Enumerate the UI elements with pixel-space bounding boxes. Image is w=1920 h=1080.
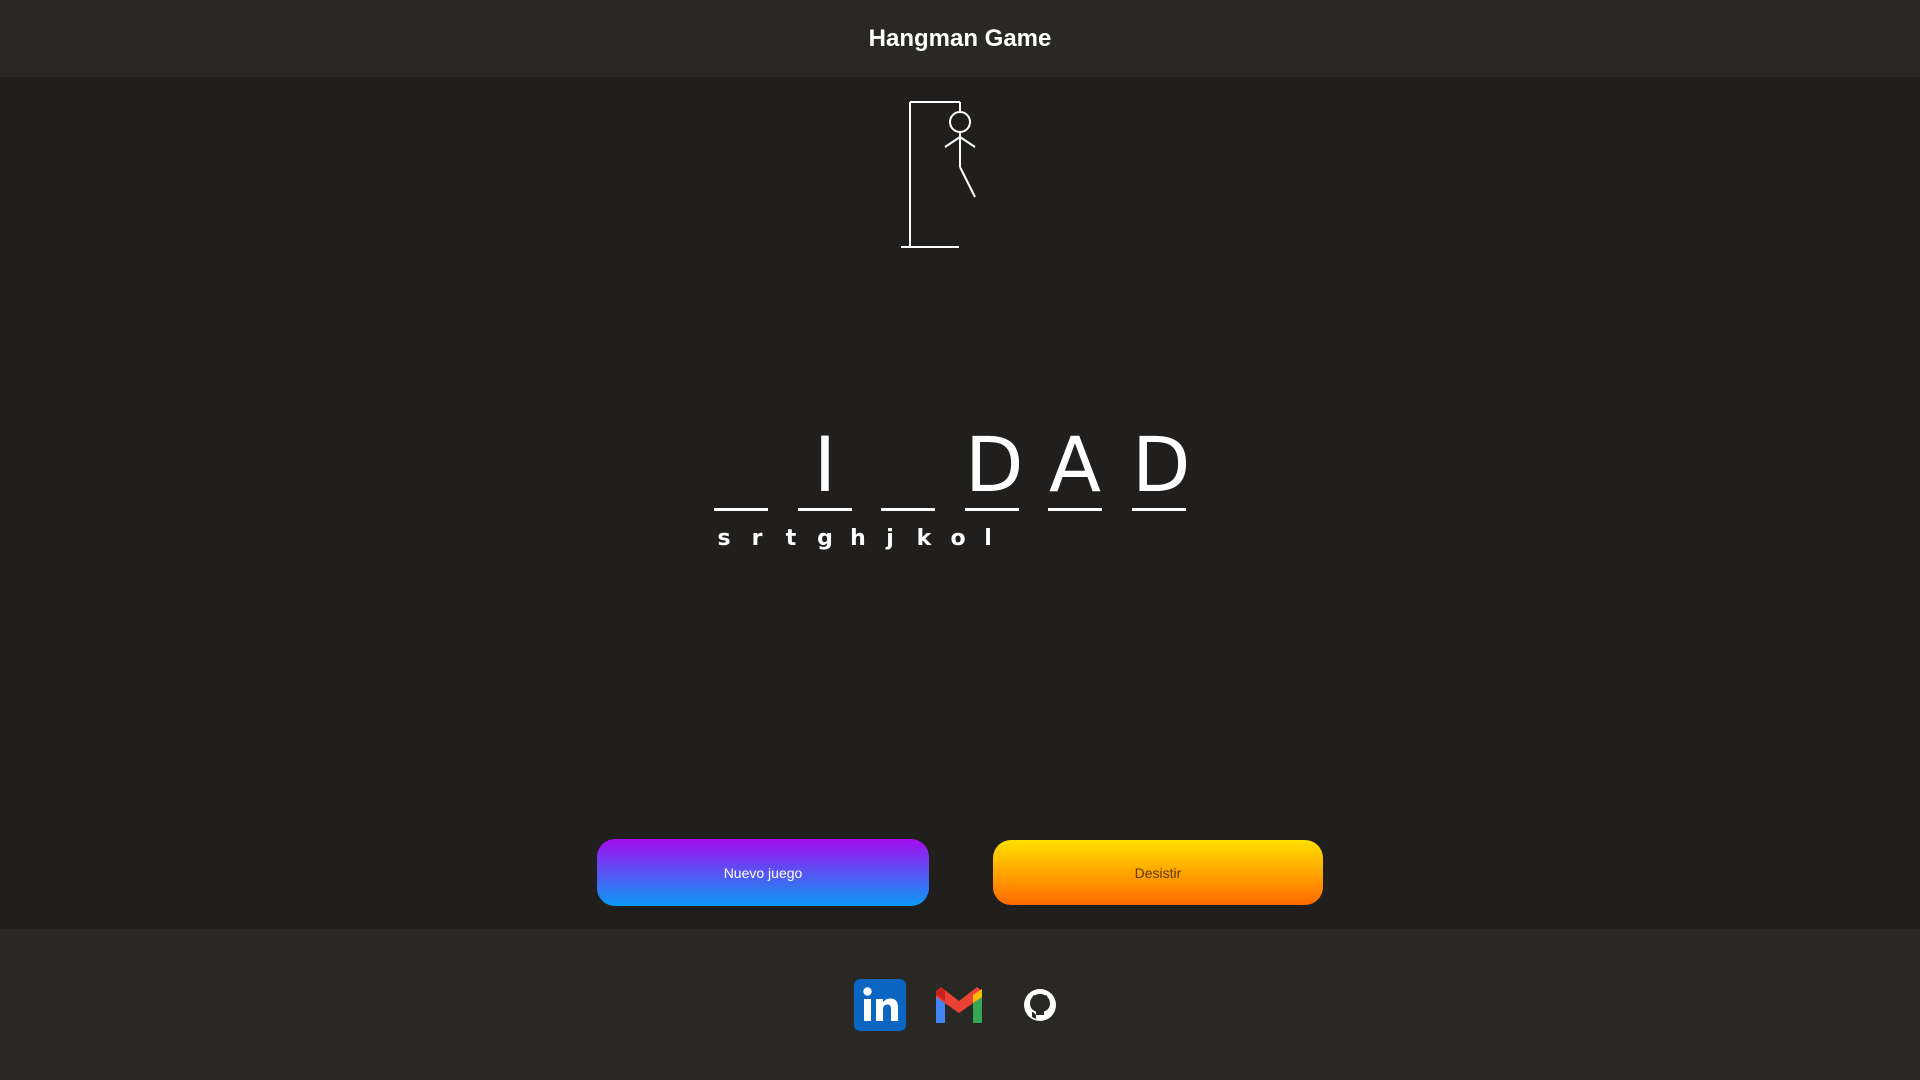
wrong-letter: g (817, 526, 833, 551)
page-title: Hangman Game (868, 24, 1052, 52)
letter-slot: A (1048, 420, 1102, 511)
letter-slot: I (798, 420, 852, 511)
header-bar: Hangman Game (0, 0, 1920, 77)
hangman-right-arm (959, 136, 976, 148)
gmail-icon[interactable] (933, 979, 985, 1031)
linkedin-icon[interactable] (854, 979, 906, 1031)
wrong-letter: t (785, 526, 797, 551)
new-game-button[interactable]: Nuevo juego (597, 839, 929, 906)
hangman-head (949, 111, 971, 133)
wrong-letter: k (916, 526, 932, 551)
hangman-drawing (901, 101, 976, 248)
hangman-right-leg (959, 166, 976, 198)
letter-slot (881, 420, 935, 511)
github-icon[interactable] (1014, 979, 1066, 1031)
wrong-letter: s (717, 526, 731, 551)
letter-slot: D (1132, 420, 1191, 511)
footer-bar (0, 929, 1920, 1080)
quit-button[interactable]: Desistir (993, 840, 1323, 905)
letter-slot: D (965, 420, 1024, 511)
wrong-letter: h (850, 526, 866, 551)
letter-slot (714, 420, 768, 511)
wrong-letter: r (751, 526, 763, 551)
wrong-letter: o (950, 526, 966, 551)
hangman-left-arm (944, 136, 961, 148)
wrong-letter: l (984, 526, 992, 551)
wrong-letter: j (886, 526, 894, 551)
